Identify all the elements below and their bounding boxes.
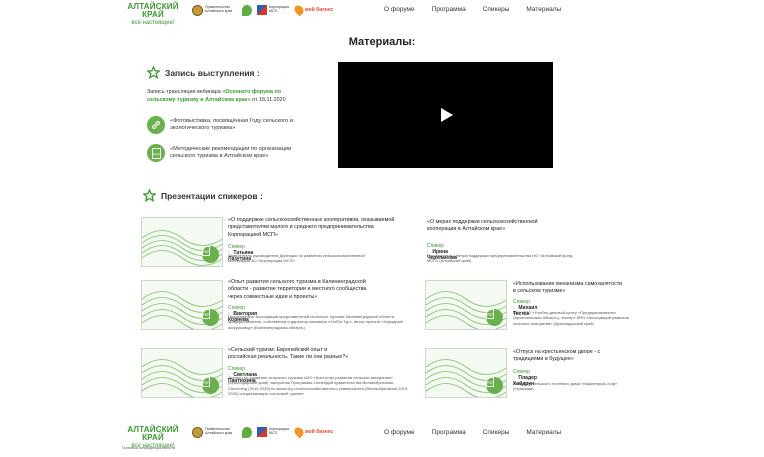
doc-photo-exhibition[interactable]: «Фотовыставка, посвящённая Году сельског…	[147, 116, 300, 134]
leaf-icon	[242, 426, 252, 438]
speaker-description: Руководитель Центра поддержки предприним…	[427, 253, 573, 264]
presentation-thumbnail[interactable]: PDF	[141, 280, 223, 330]
video-player[interactable]	[338, 62, 553, 168]
speaker-description: НОУ ДПО «Учебно-деловой центр «Предприни…	[513, 310, 629, 326]
pdf-icon: PDF	[486, 309, 503, 326]
footer-nav: О форуме Программа Спикеры Материалы	[384, 429, 578, 436]
svg-text:PDF: PDF	[203, 313, 209, 317]
pdf-icon: PDF	[486, 377, 503, 394]
star-icon	[147, 66, 160, 79]
doc-photo-exhibition-label: «Фотовыставка, посвящённая Году сельског…	[170, 117, 293, 132]
main-nav: О форуме Программа Спикеры Материалы	[384, 6, 578, 13]
svg-text:PDF: PDF	[152, 152, 160, 156]
partner-msp-name: Корпорация МСП	[269, 5, 290, 13]
logo-title: АЛТАЙСКИЙ КРАЙ	[127, 2, 179, 19]
svg-text:PDF: PDF	[487, 313, 493, 317]
speaker-description: Заместитель руководителя Дирекции по раз…	[228, 253, 365, 264]
footer-nav-materials[interactable]: Материалы	[526, 429, 561, 436]
partner-mybusiness-name: мой бизнес	[305, 429, 334, 435]
svg-text:PDF: PDF	[487, 381, 493, 385]
pdf-icon: PDF	[202, 309, 219, 326]
partner-mybusiness-name: мой бизнес	[305, 7, 334, 13]
pin-icon	[292, 3, 306, 17]
msp-logo-icon	[257, 427, 267, 437]
privacy-policy-link[interactable]: Политика конфиденциальности	[122, 446, 175, 450]
recording-intro: Запись трансляции вебинара «Осеннего фор…	[147, 88, 297, 104]
presentation-thumbnail[interactable]: PDF	[141, 348, 223, 398]
page-title: Материалы:	[348, 36, 416, 48]
doc-methodical-label: «Методические рекомендации по организаци…	[170, 145, 292, 160]
pin-icon	[292, 425, 306, 439]
partner-msp-logo[interactable]: Корпорация МСП	[257, 4, 293, 16]
speaker-description: Эксперт по развитию сельского туризма АН…	[228, 375, 409, 397]
talk-title[interactable]: «О мерах поддержки сельскохозяйственной …	[427, 219, 567, 234]
partner-msp-logo[interactable]: Корпорация МСП	[257, 426, 293, 438]
leaf-icon	[242, 4, 252, 16]
partner-government-name: Правительство Алтайского края	[205, 5, 233, 13]
pdf-icon: PDF	[147, 144, 165, 162]
coat-of-arms-icon	[192, 426, 203, 438]
presentations-title: Презентации спикеров :	[161, 191, 263, 201]
footer-nav-about[interactable]: О форуме	[384, 429, 415, 436]
site-header: АЛТАЙСКИЙ КРАЙ все настоящее! Правительс…	[0, 0, 764, 27]
presentation-thumbnail[interactable]: PDF	[425, 348, 507, 398]
talk-title[interactable]: «Использование механизма самозанятости в…	[513, 281, 623, 296]
svg-text:PDF: PDF	[203, 381, 209, 385]
pdf-icon: PDF	[202, 377, 219, 394]
msp-logo-icon	[257, 5, 267, 15]
talk-title[interactable]: «О поддержке сельскохозяйственных коопер…	[228, 217, 398, 239]
talk-title[interactable]: «Опыт развития сельского туризма в Калин…	[228, 279, 378, 301]
nav-about[interactable]: О форуме	[384, 6, 415, 13]
partner-msp-name: Корпорация МСП	[269, 427, 290, 435]
partner-leaf-logo[interactable]	[242, 4, 252, 16]
footer-nav-speakers[interactable]: Спикеры	[483, 429, 510, 436]
svg-text:PDF: PDF	[203, 250, 209, 254]
talk-title[interactable]: «Отпуск на крестьянском дворе - с традиц…	[513, 349, 623, 364]
intro-date: от 18.11.2020	[250, 97, 286, 103]
site-footer: АЛТАЙСКИЙ КРАЙ все настоящее! Правительс…	[0, 420, 764, 457]
nav-program[interactable]: Программа	[432, 6, 466, 13]
partner-government-logo[interactable]: Правительство Алтайского края	[192, 4, 237, 16]
logo-subtitle: все настоящее!	[131, 20, 175, 26]
nav-speakers[interactable]: Спикеры	[483, 6, 510, 13]
nav-materials[interactable]: Материалы	[526, 6, 561, 13]
presentation-thumbnail[interactable]: PDF	[141, 217, 223, 267]
talk-title[interactable]: «Сельский туризм: Европейский опыт и рос…	[228, 347, 353, 362]
pdf-icon: PDF	[202, 246, 219, 263]
star-icon	[143, 189, 156, 202]
speaker-description: Владелец сельского гостевого дома «Марие…	[513, 381, 618, 392]
speaker-description: Председатель Ассоциации представителей с…	[228, 314, 403, 330]
intro-prefix: Запись трансляции вебинара	[147, 89, 223, 95]
link-icon	[147, 116, 165, 134]
partner-government-logo[interactable]: Правительство Алтайского края	[192, 426, 237, 438]
partner-government-name: Правительство Алтайского края	[205, 427, 233, 435]
partner-mybusiness-logo[interactable]: мой бизнес	[292, 425, 334, 439]
presentation-thumbnail[interactable]: PDF	[425, 280, 507, 330]
doc-methodical-recommendations[interactable]: PDF «Методические рекомендации по органи…	[147, 144, 300, 162]
partner-mybusiness-logo[interactable]: мой бизнес	[292, 3, 334, 17]
partner-leaf-logo[interactable]	[242, 426, 252, 438]
site-logo[interactable]: АЛТАЙСКИЙ КРАЙ все настоящее!	[122, 2, 184, 27]
recording-title: Запись выступления :	[165, 68, 260, 78]
play-icon[interactable]	[441, 108, 453, 122]
logo-title: АЛТАЙСКИЙ КРАЙ	[127, 425, 179, 442]
coat-of-arms-icon	[192, 4, 203, 16]
footer-nav-program[interactable]: Программа	[432, 429, 466, 436]
